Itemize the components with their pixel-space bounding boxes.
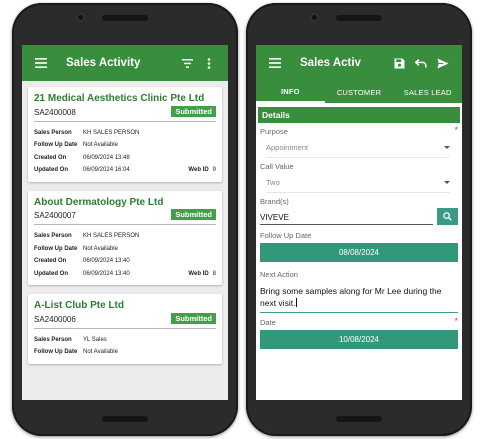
phone-frame-right: Sales Activ INFO CUSTOMER SALES LEAD Det… [246, 3, 472, 436]
front-camera [76, 13, 85, 22]
status-badge: Submitted [171, 105, 216, 117]
sales-person-label: Sales Person [34, 336, 72, 343]
web-id-value: 8 [212, 270, 216, 277]
tab-sales-lead[interactable]: SALES LEAD [393, 81, 462, 103]
menu-icon[interactable] [264, 52, 286, 74]
dropdown-caret-icon [444, 181, 450, 184]
purpose-select[interactable]: Appointment [266, 138, 450, 158]
status-badge: Submitted [171, 312, 216, 324]
brand-input[interactable]: VIVEVE [260, 209, 433, 225]
undo-icon[interactable] [410, 52, 432, 74]
sales-person-value: YL Sales [83, 336, 107, 343]
sales-activity-list-screen: Sales Activity 21 Medical Aesthetics Cli… [22, 45, 228, 400]
follow-up-date-button[interactable]: 08/08/2024 [260, 243, 458, 262]
updated-on-value: 06/09/2024 13:40 [83, 270, 130, 277]
brand-label: Brand(s) [260, 197, 289, 206]
menu-icon[interactable] [30, 52, 52, 74]
activity-code: SA2400007 [34, 211, 76, 220]
web-id-label: Web ID [188, 167, 209, 173]
follow-up-value: Not Available [83, 142, 118, 148]
web-id-value: 9 [212, 167, 216, 173]
details-form: Details Purpose * Appointment Call Value… [256, 103, 462, 400]
customer-name: 21 Medical Aesthetics Clinic Pte Ltd [34, 93, 205, 104]
dropdown-caret-icon [444, 146, 450, 149]
sales-person-label: Sales Person [34, 233, 72, 239]
required-marker: * [454, 125, 458, 135]
activity-card[interactable]: About Dermatology Pte Ltd SA2400007 Subm… [28, 190, 222, 285]
follow-up-label: Follow Up Date [34, 142, 78, 148]
divider [34, 120, 216, 122]
activity-card[interactable]: 21 Medical Aesthetics Clinic Pte Ltd SA2… [28, 87, 222, 182]
web-id-label: Web ID [188, 270, 209, 277]
app-bar: Sales Activity [22, 45, 228, 81]
sales-person-label: Sales Person [34, 129, 72, 136]
date-button[interactable]: 10/08/2024 [260, 330, 458, 349]
follow-up-label: Follow Up Date [34, 245, 78, 252]
call-value-select[interactable]: Two [266, 173, 450, 193]
purpose-value: Appointment [266, 143, 309, 152]
next-action-value: Bring some samples along for Mr Lee duri… [260, 286, 442, 308]
bottom-speaker [102, 416, 148, 422]
front-camera [310, 13, 319, 22]
more-vert-icon[interactable] [198, 52, 220, 74]
earpiece-speaker [336, 15, 382, 21]
app-bar: Sales Activ [256, 45, 462, 81]
page-title: Sales Activity [66, 57, 141, 69]
sales-person-value: KH SALES PERSON [83, 129, 140, 136]
updated-on-label: Updated On [34, 270, 68, 277]
send-icon[interactable] [432, 52, 454, 74]
activity-code: SA2400008 [34, 107, 76, 117]
created-on-label: Created On [34, 154, 67, 161]
next-action-label: Next Action [260, 270, 298, 279]
earpiece-speaker [102, 15, 148, 21]
date-label: Date [260, 318, 276, 327]
next-action-textarea[interactable]: Bring some samples along for Mr Lee duri… [260, 281, 458, 313]
call-value-label: Call Value [260, 162, 294, 171]
status-badge: Submitted [171, 209, 216, 220]
activity-card[interactable]: A-List Club Pte Ltd SA2400006 Submitted … [28, 294, 222, 364]
follow-up-date-label: Follow Up Date [260, 231, 312, 240]
bottom-speaker [336, 416, 382, 422]
purpose-label: Purpose [260, 127, 288, 136]
text-cursor [296, 298, 298, 307]
updated-on-value: 06/09/2024 16:04 [83, 167, 130, 173]
tab-customer[interactable]: CUSTOMER [325, 81, 394, 103]
follow-up-value: Not Available [83, 245, 118, 252]
sales-activity-form-screen: Sales Activ INFO CUSTOMER SALES LEAD Det… [256, 45, 462, 400]
divider [34, 327, 216, 329]
tab-info[interactable]: INFO [256, 81, 325, 103]
follow-up-label: Follow Up Date [34, 349, 78, 355]
search-icon [443, 212, 452, 221]
brand-search-button[interactable] [437, 208, 458, 225]
created-on-value: 06/09/2024 13:40 [83, 258, 130, 264]
section-header-details: Details [258, 107, 460, 123]
follow-up-value: Not Available [83, 349, 118, 355]
created-on-value: 06/09/2024 13:48 [83, 154, 130, 161]
activity-code: SA2400006 [34, 314, 76, 324]
call-value-value: Two [266, 178, 280, 187]
created-on-label: Created On [34, 258, 67, 264]
customer-name: A-List Club Pte Ltd [34, 300, 124, 311]
filter-icon[interactable] [176, 52, 198, 74]
sales-person-value: KH SALES PERSON [83, 233, 140, 239]
activity-list: 21 Medical Aesthetics Clinic Pte Ltd SA2… [22, 81, 228, 364]
updated-on-label: Updated On [34, 167, 68, 173]
customer-name: About Dermatology Pte Ltd [34, 196, 164, 208]
save-icon[interactable] [388, 52, 410, 74]
phone-frame-left: Sales Activity 21 Medical Aesthetics Cli… [12, 3, 238, 436]
page-title: Sales Activ [300, 57, 361, 69]
tab-bar: INFO CUSTOMER SALES LEAD [256, 81, 462, 103]
divider [34, 224, 216, 225]
required-marker: * [454, 316, 458, 326]
